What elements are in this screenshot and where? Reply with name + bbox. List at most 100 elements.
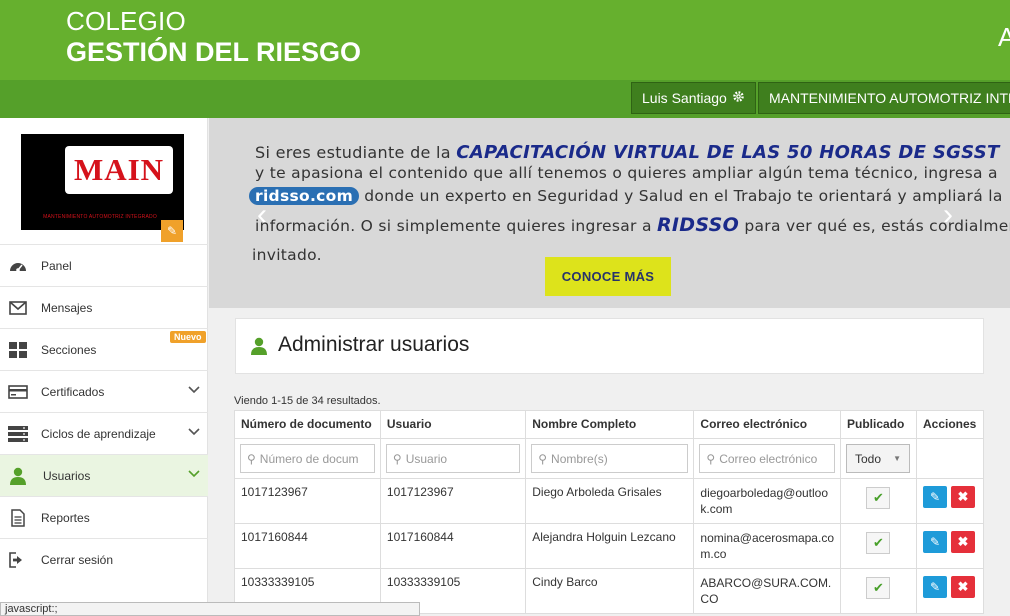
logo-badge: MAIN	[65, 146, 173, 194]
cell-acciones: ✎ ✖	[915, 523, 985, 569]
edit-logo-icon[interactable]: ✎	[161, 220, 183, 242]
banner-line2: y te apasiona el contenido que allí tene…	[255, 164, 998, 182]
sidebar-item-label: Reportes	[41, 511, 90, 525]
column-header-nombre[interactable]: Nombre Completo	[525, 410, 695, 439]
usuario-filter-input[interactable]: ⚲ Usuario	[385, 444, 521, 473]
published-toggle[interactable]: ✔	[866, 577, 891, 599]
publicado-filter-select[interactable]: Todo ▼	[846, 444, 910, 473]
cell-usuario: 1017160844	[379, 523, 527, 569]
carousel-next-icon[interactable]: ›	[943, 198, 953, 232]
banner-line3-rest: donde un experto en Seguridad y Salud en…	[364, 187, 1003, 205]
column-header-correo[interactable]: Correo electrónico	[693, 410, 841, 439]
sidebar-item-mensajes[interactable]: Mensajes	[0, 286, 208, 328]
correo-line2: CO	[700, 592, 719, 606]
published-toggle[interactable]: ✔	[866, 487, 891, 509]
banner-line4-rest: para ver qué es, estás cordialmente	[744, 217, 1010, 235]
gear-icon	[732, 90, 745, 106]
banner-line3: ridsso.com donde un experto en Seguridad…	[249, 187, 1003, 205]
correo-line1: nomina@acerosmapa.co	[700, 531, 834, 545]
cell-publicado: ✔	[840, 568, 917, 614]
logo-text: MAIN	[73, 152, 165, 187]
promo-carousel: Si eres estudiante de la CAPACITACIÓN VI…	[209, 118, 1010, 308]
sidebar-item-certificados[interactable]: Certificados	[0, 370, 208, 412]
company-name: MANTENIMIENTO AUTOMOTRIZ INTEGRADO	[769, 90, 1010, 106]
edit-button[interactable]: ✎	[922, 486, 947, 508]
envelope-icon	[8, 298, 28, 318]
column-header-acciones: Acciones	[915, 410, 985, 439]
banner-line1-prefix: Si eres estudiante de la	[255, 143, 451, 162]
nombre-filter-input[interactable]: ⚲ Nombre(s)	[531, 444, 689, 473]
banner-line5: invitado.	[252, 246, 322, 264]
check-icon: ✔	[873, 580, 884, 595]
company-selector-button[interactable]: MANTENIMIENTO AUTOMOTRIZ INTEGRADO	[758, 82, 1010, 114]
delete-button[interactable]: ✖	[950, 576, 975, 598]
edit-button[interactable]: ✎	[922, 531, 947, 553]
column-header-publicado[interactable]: Publicado	[840, 410, 917, 439]
brand-line2: GESTIÓN DEL RIESGO	[66, 37, 362, 67]
sidebar-item-panel[interactable]: Panel	[0, 244, 208, 286]
logo-subtext: MANTENIMIENTO AUTOMOTRIZ INTEGRADO	[43, 214, 157, 220]
filter-row: ⚲ Número de docum ⚲ Usuario ⚲ Nombre(s) ⚲ Co…	[234, 438, 985, 479]
correo-filter-input[interactable]: ⚲ Correo electrónico	[699, 444, 835, 473]
cell-documento: 1017160844	[234, 523, 381, 569]
cell-correo: diegoarboledag@outloo k.com	[693, 478, 841, 524]
sidebar-item-secciones[interactable]: Secciones Nuevo	[0, 328, 208, 370]
cell-documento: 1017123967	[234, 478, 381, 524]
sidebar-menu: Panel Mensajes Secciones Nuevo Certifica…	[0, 244, 208, 580]
sidebar-item-cerrar-sesion[interactable]: Cerrar sesión	[0, 538, 208, 580]
sidebar-item-usuarios[interactable]: Usuarios	[0, 454, 208, 496]
document-icon	[8, 508, 28, 528]
sidebar-item-ciclos[interactable]: Ciclos de aprendizaje	[0, 412, 208, 454]
cell-acciones: ✎ ✖	[915, 478, 985, 524]
top-header: COLEGIO GESTIÓN DEL RIESGO A	[0, 0, 1010, 80]
chevron-down-icon[interactable]	[188, 467, 200, 481]
user-name: Luis Santiago	[642, 90, 727, 106]
delete-button[interactable]: ✖	[950, 531, 975, 553]
sidebar-item-label: Secciones	[41, 343, 97, 357]
chevron-down-icon[interactable]	[188, 383, 200, 397]
documento-filter-input[interactable]: ⚲ Número de docum	[240, 444, 375, 473]
sidebar-item-label: Mensajes	[41, 301, 93, 315]
user-icon	[250, 337, 268, 360]
user-menu-button[interactable]: Luis Santiago	[631, 82, 756, 114]
results-summary: Viendo 1-15 de 34 resultados.	[234, 395, 381, 407]
delete-button[interactable]: ✖	[950, 486, 975, 508]
column-header-documento[interactable]: Número de documento	[234, 410, 381, 439]
usuario-filter-placeholder: Usuario	[405, 451, 448, 466]
conoce-mas-button[interactable]: CONOCE MÁS	[545, 257, 671, 296]
chevron-down-icon[interactable]	[188, 425, 200, 439]
search-icon: ⚲	[706, 451, 716, 466]
sign-out-icon	[8, 550, 28, 570]
sidebar-item-label: Certificados	[41, 385, 105, 399]
correo-line1: ABARCO@SURA.COM.	[700, 576, 832, 590]
pencil-icon: ✎	[929, 490, 941, 504]
sidebar-item-label: Panel	[41, 259, 72, 273]
search-icon: ⚲	[392, 451, 402, 466]
close-icon: ✖	[957, 579, 969, 594]
table-row[interactable]: 1017160844 1017160844 Alejandra Holguin …	[234, 523, 985, 569]
cell-correo: nomina@acerosmapa.co m.co	[693, 523, 841, 569]
search-icon: ⚲	[247, 451, 256, 466]
caret-down-icon: ▼	[893, 454, 901, 463]
dashboard-icon	[8, 256, 28, 276]
sidebar-item-label: Cerrar sesión	[41, 553, 114, 567]
table-row[interactable]: 1017123967 1017123967 Diego Arboleda Gri…	[234, 478, 985, 524]
company-logo: MAIN MANTENIMIENTO AUTOMOTRIZ INTEGRADO …	[21, 134, 184, 242]
sidebar-item-reportes[interactable]: Reportes	[0, 496, 208, 538]
correo-line1: diegoarboledag@outloo	[700, 486, 829, 500]
edit-button[interactable]: ✎	[922, 576, 947, 598]
page-title-card: Administrar usuarios	[235, 318, 984, 374]
column-header-usuario[interactable]: Usuario	[379, 410, 527, 439]
carousel-prev-icon[interactable]: ‹	[257, 198, 267, 232]
published-toggle[interactable]: ✔	[866, 532, 891, 554]
check-icon: ✔	[873, 490, 884, 505]
user-icon	[8, 466, 28, 486]
correo-line2: m.co	[700, 547, 727, 561]
cell-publicado: ✔	[840, 523, 917, 569]
server-icon	[8, 424, 28, 444]
browser-status-bar: javascript:;	[0, 602, 420, 616]
banner-line4: información. O si simplemente quieres in…	[255, 214, 1010, 236]
brand-right-text: A	[998, 22, 1010, 52]
close-icon: ✖	[957, 534, 969, 549]
new-badge: Nuevo	[170, 331, 206, 343]
